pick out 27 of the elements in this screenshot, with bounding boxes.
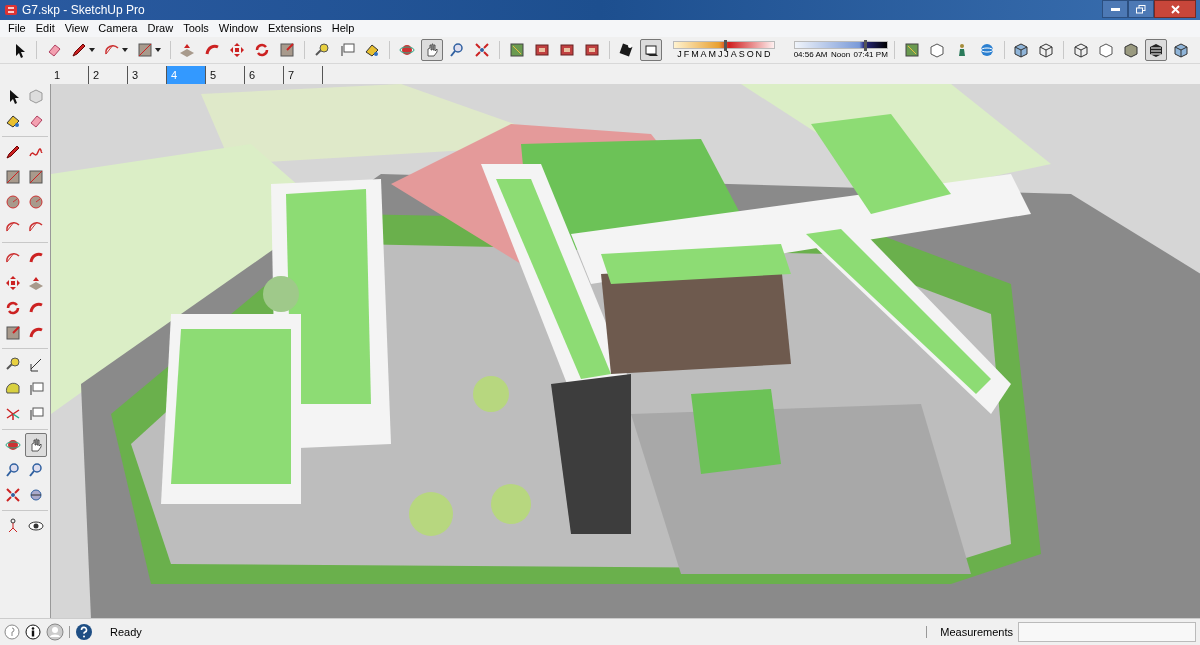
time-end-label: 07:41 PM <box>853 48 888 60</box>
month-label: F <box>683 48 690 60</box>
month-label: O <box>746 48 754 60</box>
menu-item[interactable]: Help <box>327 20 359 37</box>
menu-item[interactable]: File <box>4 20 30 37</box>
window-title: G7.skp - SketchUp Pro <box>22 2 145 19</box>
measurements-label: Measurements <box>940 624 1013 640</box>
menu-item[interactable]: Camera <box>94 20 142 37</box>
month-label: A <box>700 48 707 60</box>
noon-label: Noon <box>830 48 851 60</box>
month-label: A <box>730 48 737 60</box>
status-text: Ready <box>110 624 142 640</box>
menu-item[interactable]: Tools <box>179 20 213 37</box>
month-label: S <box>738 48 745 60</box>
menu-item[interactable]: Extensions <box>263 20 326 37</box>
menu-item[interactable]: View <box>60 20 93 37</box>
month-label: M <box>708 48 716 60</box>
month-label: J <box>724 48 729 60</box>
month-label: N <box>755 48 763 60</box>
time-start-label: 04:56 AM <box>793 48 828 60</box>
month-label: J <box>677 48 682 60</box>
month-label: D <box>764 48 771 60</box>
menu-item[interactable]: Window <box>214 20 262 37</box>
month-label: M <box>691 48 699 60</box>
menu-item[interactable]: Edit <box>31 20 59 37</box>
month-label: J <box>717 48 723 60</box>
menu-item[interactable]: Draw <box>143 20 178 37</box>
